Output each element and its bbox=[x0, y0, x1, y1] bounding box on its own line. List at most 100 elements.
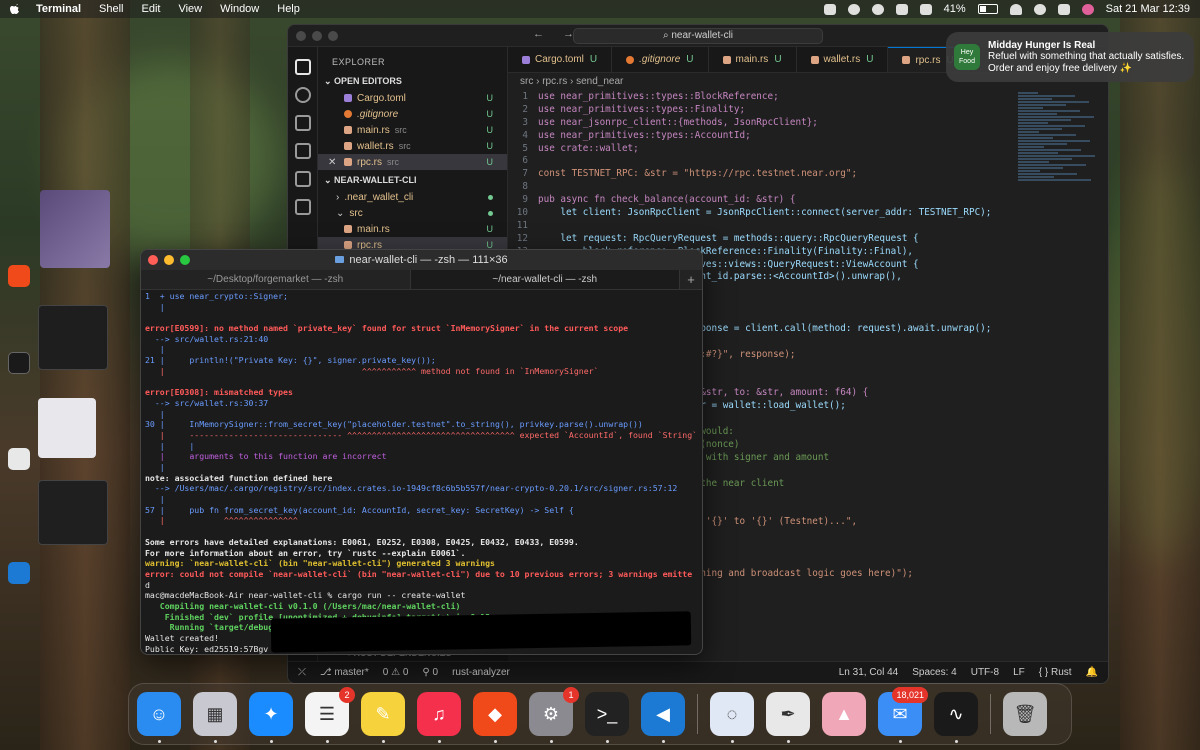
ports-status[interactable]: ⚲ 0 bbox=[422, 667, 438, 678]
status-dot bbox=[488, 194, 493, 200]
menu-app-name[interactable]: Terminal bbox=[36, 3, 81, 15]
terminal-tab-forgemarket[interactable]: ~/Desktop/forgemarket — -zsh bbox=[141, 270, 411, 289]
tab-gitignore[interactable]: .gitignore U bbox=[612, 47, 709, 72]
terminal-tab-near-wallet[interactable]: ~/near-wallet-cli — -zsh bbox=[410, 270, 680, 289]
eol[interactable]: LF bbox=[1013, 667, 1025, 678]
dock-affinity-icon[interactable]: ▲ bbox=[822, 692, 866, 736]
command-center-search[interactable]: ⌕ near-wallet-cli bbox=[573, 28, 823, 44]
minimize-button[interactable] bbox=[164, 255, 174, 265]
display-icon[interactable] bbox=[919, 3, 932, 15]
stage-thumb-vscode[interactable] bbox=[38, 480, 108, 545]
tree-item[interactable]: › .near_wallet_cli bbox=[318, 189, 507, 205]
open-editor-item[interactable]: wallet.rs src U bbox=[318, 138, 507, 154]
dock-system-settings-icon[interactable]: ⚙ 1 bbox=[529, 687, 579, 743]
tab-main-rs[interactable]: main.rs U bbox=[709, 47, 797, 72]
zoom-button[interactable] bbox=[328, 31, 338, 41]
control-center-icon[interactable] bbox=[1057, 3, 1070, 15]
dock-brave-icon[interactable]: ◆ bbox=[473, 692, 517, 743]
menu-view[interactable]: View bbox=[178, 3, 202, 15]
rust-file-icon bbox=[344, 241, 352, 249]
close-button[interactable] bbox=[296, 31, 306, 41]
line-number: 8 bbox=[522, 181, 528, 193]
indentation[interactable]: Spaces: 4 bbox=[912, 667, 956, 678]
running-indicator bbox=[786, 740, 790, 743]
encoding[interactable]: UTF-8 bbox=[971, 667, 999, 678]
terminal-line: | | bbox=[145, 440, 195, 451]
stage-thumb-monitor[interactable] bbox=[38, 305, 108, 370]
file-dir: src bbox=[394, 125, 407, 135]
close-icon[interactable]: ✕ bbox=[328, 157, 336, 168]
terminal-output[interactable]: 1 + use near_crypto::Signer; | error[E059… bbox=[141, 290, 702, 654]
pen-icon[interactable] bbox=[895, 3, 908, 15]
notification-banner[interactable]: Hey Food Midday Hunger Is Real Refuel wi… bbox=[946, 32, 1194, 82]
wifi-icon[interactable] bbox=[1009, 3, 1022, 15]
tree-item[interactable]: ⌄ src bbox=[318, 205, 507, 221]
dock-mail-icon[interactable]: ✉ 18,021 bbox=[878, 687, 928, 743]
search-icon[interactable] bbox=[294, 87, 311, 103]
extensions-icon[interactable] bbox=[294, 171, 311, 187]
brave-icon[interactable] bbox=[8, 265, 30, 287]
dock-reminders-icon[interactable]: ☰ 2 bbox=[305, 687, 355, 743]
analyzer-status[interactable]: rust-analyzer bbox=[452, 667, 510, 678]
tab-wallet-rs[interactable]: wallet.rs U bbox=[797, 47, 889, 72]
tab-cargo-toml[interactable]: Cargo.toml U bbox=[508, 47, 613, 72]
close-button[interactable] bbox=[148, 255, 158, 265]
open-editor-item[interactable]: main.rs src U bbox=[318, 122, 507, 138]
project-header[interactable]: ⌄ NEAR-WALLET-CLI bbox=[318, 172, 507, 189]
dock-music-icon[interactable]: ♫ bbox=[417, 692, 461, 743]
new-tab-button[interactable]: + bbox=[680, 270, 702, 289]
branch-status[interactable]: ⎇ master* bbox=[320, 667, 369, 678]
open-editor-item[interactable]: Cargo.toml U bbox=[318, 90, 507, 106]
battery-percent: 41% bbox=[943, 3, 966, 15]
notifications-icon[interactable]: 🔔 bbox=[1086, 667, 1098, 678]
code-line: 4 use near_primitives::types::AccountId; bbox=[508, 130, 1008, 143]
dock-launchpad-icon[interactable]: ▦ bbox=[193, 692, 237, 743]
run-debug-icon[interactable] bbox=[294, 143, 311, 159]
dock-finder-icon[interactable]: ☺ bbox=[137, 692, 181, 743]
siri-icon[interactable] bbox=[1081, 3, 1094, 15]
rust-file-icon bbox=[344, 126, 352, 134]
open-editor-item-active[interactable]: ✕ rpc.rs src U bbox=[318, 154, 507, 170]
explorer-icon[interactable] bbox=[294, 59, 311, 75]
folder-icon bbox=[335, 256, 345, 263]
vscode-icon[interactable] bbox=[8, 562, 30, 584]
dock-safari-icon[interactable]: ✦ bbox=[249, 692, 293, 743]
dock-trash-icon[interactable]: 🗑 bbox=[1003, 692, 1047, 736]
dock-notes-icon[interactable]: ✎ bbox=[361, 692, 405, 743]
menu-edit[interactable]: Edit bbox=[142, 3, 161, 15]
open-editors-header[interactable]: ⌄ OPEN EDITORS bbox=[318, 73, 507, 90]
problems-status[interactable]: 0 ⚠ 0 bbox=[383, 667, 409, 678]
shield-icon[interactable] bbox=[823, 3, 836, 15]
menu-shell[interactable]: Shell bbox=[99, 3, 123, 15]
minimap[interactable] bbox=[1008, 91, 1108, 661]
cursor-position[interactable]: Ln 31, Col 44 bbox=[839, 667, 899, 678]
activity-monitor-icon[interactable] bbox=[8, 352, 30, 374]
remote-icon[interactable] bbox=[294, 199, 311, 215]
dock-terminal-icon[interactable]: >_ bbox=[585, 692, 629, 743]
open-editor-item[interactable]: .gitignore U bbox=[318, 106, 507, 122]
tree-item[interactable]: main.rs U bbox=[318, 221, 507, 237]
remote-icon[interactable]: ⤫ bbox=[298, 667, 306, 678]
battery-icon[interactable] bbox=[977, 4, 998, 14]
music-note-icon[interactable] bbox=[871, 3, 884, 15]
minimize-button[interactable] bbox=[312, 31, 322, 41]
menu-help[interactable]: Help bbox=[277, 3, 300, 15]
search-icon[interactable] bbox=[1033, 3, 1046, 15]
zoom-button[interactable] bbox=[180, 255, 190, 265]
running-indicator bbox=[437, 740, 441, 743]
stage-thumb-browser[interactable] bbox=[40, 190, 110, 268]
dock-script-editor-icon[interactable]: ✒ bbox=[766, 692, 810, 743]
code-line: 3 use near_jsonrpc_client::{methods, Json… bbox=[508, 117, 1008, 130]
source-control-icon[interactable] bbox=[294, 115, 311, 131]
script-editor-icon[interactable] bbox=[8, 448, 30, 470]
grammarly-icon[interactable] bbox=[847, 3, 860, 15]
language-mode[interactable]: { } Rust bbox=[1039, 667, 1072, 678]
dock-activity-monitor-icon[interactable]: ∿ bbox=[934, 692, 978, 743]
clock[interactable]: Sat 21 Mar 12:39 bbox=[1106, 3, 1190, 15]
menu-window[interactable]: Window bbox=[220, 3, 259, 15]
stage-thumb-doc[interactable] bbox=[38, 398, 96, 458]
dock-preview-icon[interactable]: ◌ bbox=[710, 692, 754, 743]
dock-vscode-icon[interactable]: ◀ bbox=[641, 692, 685, 743]
line-number: 3 bbox=[522, 116, 528, 128]
apple-icon[interactable] bbox=[10, 3, 22, 15]
